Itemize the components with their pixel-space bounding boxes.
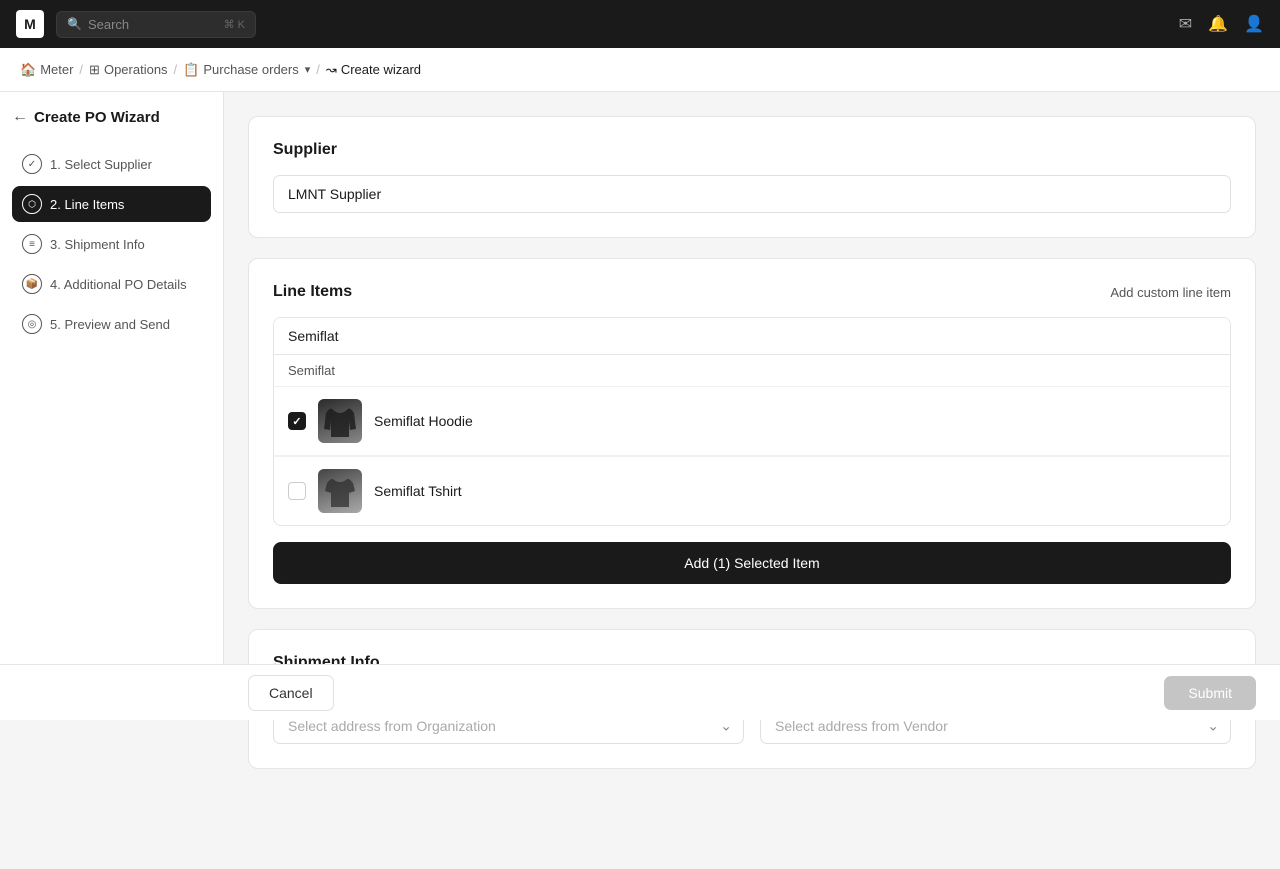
- sidebar-step-3-label: 3. Shipment Info: [50, 237, 145, 252]
- supplier-title: Supplier: [273, 141, 1231, 159]
- main-layout: ← Create PO Wizard ✓ 1. Select Supplier …: [0, 92, 1280, 869]
- kbd-shortcut: ⌘ K: [224, 18, 245, 31]
- add-selected-button[interactable]: Add (1) Selected Item: [273, 542, 1231, 584]
- item-2-name: Semiflat Tshirt: [374, 483, 462, 499]
- step-2-icon: ⬡: [22, 194, 42, 214]
- sidebar-step-1[interactable]: ✓ 1. Select Supplier: [12, 146, 211, 182]
- line-items-card: Line Items Add custom line item Semiflat…: [248, 258, 1256, 609]
- sidebar-step-4-label: 4. Additional PO Details: [50, 277, 187, 292]
- logo-text: M: [24, 16, 36, 32]
- step-3-icon: ≡: [22, 234, 42, 254]
- item-1-checkbox[interactable]: [288, 412, 306, 430]
- breadcrumb-sep-1: /: [79, 62, 83, 77]
- supplier-input[interactable]: [273, 175, 1231, 213]
- cancel-button[interactable]: Cancel: [248, 675, 334, 711]
- list-item: Semiflat Tshirt: [274, 457, 1230, 525]
- breadcrumb-purchase-orders-label: Purchase orders: [203, 62, 298, 77]
- search-icon: 🔍: [67, 17, 82, 31]
- sidebar-title: Create PO Wizard: [34, 109, 160, 126]
- step-5-icon: ◎: [22, 314, 42, 334]
- item-2-checkbox[interactable]: [288, 482, 306, 500]
- breadcrumb-sep-3: /: [316, 62, 320, 77]
- sidebar-step-2[interactable]: ⬡ 2. Line Items: [12, 186, 211, 222]
- item-1-image: [318, 399, 362, 443]
- bell-icon[interactable]: 🔔: [1208, 14, 1228, 34]
- item-1-name: Semiflat Hoodie: [374, 413, 473, 429]
- sidebar-step-1-label: 1. Select Supplier: [50, 157, 152, 172]
- sidebar-step-2-label: 2. Line Items: [50, 197, 124, 212]
- content-area: Supplier Line Items Add custom line item…: [224, 92, 1280, 869]
- line-items-header: Line Items Add custom line item: [273, 283, 1231, 301]
- grid-icon: ⊞: [89, 62, 100, 78]
- breadcrumb-create-wizard[interactable]: ↝ Create wizard: [326, 62, 421, 78]
- sidebar-step-5-label: 5. Preview and Send: [50, 317, 170, 332]
- submit-button[interactable]: Submit: [1164, 676, 1256, 710]
- line-items-list-box: Semiflat Semiflat Hoodie: [273, 317, 1231, 526]
- breadcrumb-operations[interactable]: ⊞ Operations: [89, 62, 168, 78]
- breadcrumb-sep-2: /: [174, 62, 178, 77]
- nav-icon-group: ✉ 🔔 👤: [1179, 14, 1264, 34]
- breadcrumb-create-wizard-label: Create wizard: [341, 62, 421, 77]
- breadcrumb-meter-label: Meter: [40, 62, 73, 77]
- sidebar: ← Create PO Wizard ✓ 1. Select Supplier …: [0, 92, 224, 720]
- back-arrow-icon: ←: [12, 108, 28, 126]
- add-custom-line-item-link[interactable]: Add custom line item: [1110, 285, 1231, 300]
- supplier-card: Supplier: [248, 116, 1256, 238]
- breadcrumb-meter[interactable]: 🏠 Meter: [20, 62, 73, 78]
- list-item: Semiflat Hoodie: [274, 387, 1230, 456]
- user-icon[interactable]: 👤: [1244, 14, 1264, 34]
- category-label: Semiflat: [274, 355, 1230, 387]
- dropdown-chevron-icon: ▾: [305, 63, 311, 76]
- item-2-image: [318, 469, 362, 513]
- breadcrumb-purchase-orders[interactable]: 📋 Purchase orders ▾: [183, 62, 310, 78]
- line-items-search-input[interactable]: [274, 318, 1230, 355]
- step-1-icon: ✓: [22, 154, 42, 174]
- sidebar-back-button[interactable]: ← Create PO Wizard: [12, 108, 211, 126]
- step-4-icon: 📦: [22, 274, 42, 294]
- message-icon[interactable]: ✉: [1179, 14, 1192, 34]
- list-icon: 📋: [183, 62, 199, 78]
- sidebar-step-5[interactable]: ◎ 5. Preview and Send: [12, 306, 211, 342]
- wizard-icon: ↝: [326, 62, 337, 78]
- sidebar-step-4[interactable]: 📦 4. Additional PO Details: [12, 266, 211, 302]
- home-icon: 🏠: [20, 62, 36, 78]
- breadcrumb: 🏠 Meter / ⊞ Operations / 📋 Purchase orde…: [0, 48, 1280, 92]
- breadcrumb-operations-label: Operations: [104, 62, 168, 77]
- bottom-bar: Cancel Submit: [0, 664, 1280, 720]
- line-items-title: Line Items: [273, 283, 352, 301]
- search-placeholder: Search: [88, 17, 129, 32]
- sidebar-step-3[interactable]: ≡ 3. Shipment Info: [12, 226, 211, 262]
- search-box[interactable]: 🔍 Search ⌘ K: [56, 11, 256, 38]
- logo[interactable]: M: [16, 10, 44, 38]
- top-navigation: M 🔍 Search ⌘ K ✉ 🔔 👤: [0, 0, 1280, 48]
